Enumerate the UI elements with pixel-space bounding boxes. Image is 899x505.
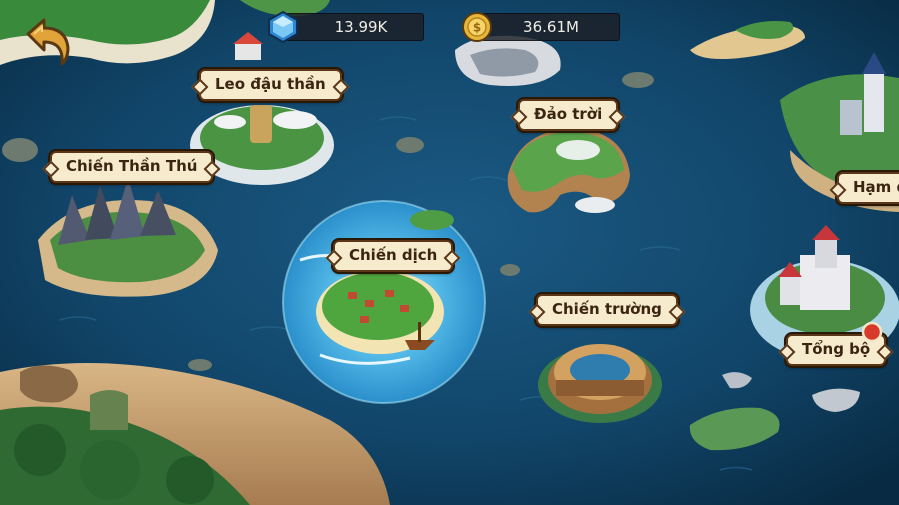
back-button[interactable] xyxy=(22,14,74,66)
location-label-chien-dich[interactable]: Chiến dịch xyxy=(333,240,454,272)
svg-text:$: $ xyxy=(473,21,481,35)
blue-gem-icon xyxy=(268,10,298,44)
location-label-ham-doi[interactable]: Hạm đ xyxy=(837,172,899,204)
location-label-chien-truong[interactable]: Chiến trường xyxy=(536,294,678,326)
gold-coin-icon: $ xyxy=(462,12,492,42)
campaign-highlight-spot xyxy=(282,200,486,404)
world-map-screen: 13.99K 36.61M $ Leo đậu thần Đảo trời Ch… xyxy=(0,0,899,505)
location-label-chien-than-thu[interactable]: Chiến Thần Thú xyxy=(50,151,214,183)
top-center-rocks xyxy=(455,35,561,86)
back-arrow-icon xyxy=(26,18,70,66)
coin-amount: 36.61M xyxy=(523,18,579,36)
notification-dot-icon xyxy=(861,321,883,343)
location-label-leo-dau-than[interactable]: Leo đậu thần xyxy=(199,69,342,101)
coin-resource-bar[interactable]: 36.61M xyxy=(472,13,620,41)
location-label-dao-troi[interactable]: Đảo trời xyxy=(518,99,619,131)
